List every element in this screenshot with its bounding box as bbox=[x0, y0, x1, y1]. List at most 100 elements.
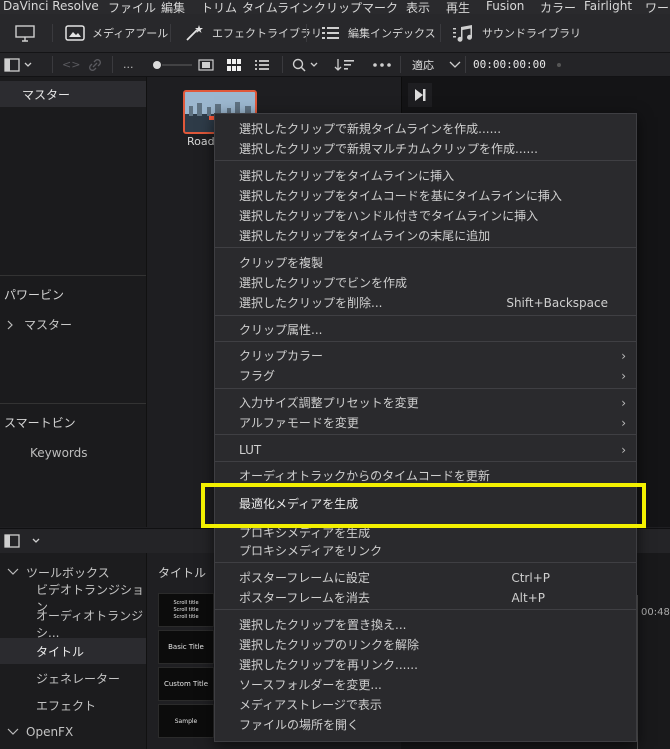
panel-layout-icon bbox=[4, 57, 32, 72]
menu-item-link-proxy[interactable]: プロキシメディアをリンク bbox=[239, 541, 626, 561]
menu-color[interactable]: カラー bbox=[540, 0, 576, 14]
toolbox-item-titles[interactable]: タイトル bbox=[0, 638, 146, 664]
menu-item-label: 選択したクリップをタイムコードを基にタイムラインに挿入 bbox=[239, 189, 562, 203]
sound-library-button[interactable]: サウンドライブラリ bbox=[452, 14, 581, 52]
menu-item-show-in-media-storage[interactable]: メディアストレージで表示 bbox=[239, 695, 626, 715]
effects-toolbox: ツールボックス ビデオトランジション オーディオトランジシ... タイトル ジェ… bbox=[0, 553, 147, 749]
magic-wand-icon bbox=[186, 25, 203, 41]
bin-master[interactable]: マスター bbox=[0, 81, 146, 107]
toolbox-item-label: エフェクト bbox=[36, 698, 97, 713]
smart-bin-keywords[interactable]: Keywords bbox=[30, 446, 88, 460]
effects-panel-toggle[interactable] bbox=[4, 529, 44, 553]
menu-item-label: 選択したクリップをタイムラインに挿入 bbox=[239, 169, 455, 183]
menu-bar: DaVinci Resolve ファイル 編集 トリム タイムライン クリップ … bbox=[0, 0, 670, 14]
list-view-icon bbox=[255, 59, 269, 70]
zoom-slider[interactable] bbox=[150, 53, 194, 76]
monitor-button[interactable] bbox=[14, 14, 42, 52]
search-button[interactable] bbox=[292, 53, 322, 76]
more-dots-label: ... bbox=[123, 58, 134, 71]
toolbox-item-generators[interactable]: ジェネレーター bbox=[0, 665, 146, 691]
power-bins-section: パワービン マスター bbox=[0, 275, 146, 404]
menu-item-label: フラグ bbox=[239, 369, 276, 383]
power-bin-master[interactable]: マスター bbox=[6, 316, 72, 333]
menu-item-label: ポスターフレームに設定 bbox=[239, 571, 370, 585]
menu-item-new-timeline[interactable]: 選択したクリップで新規タイムラインを作成...... bbox=[239, 119, 626, 139]
menu-item-clip-attributes[interactable]: クリップ属性... bbox=[239, 320, 626, 340]
media-pool-toolbar: <> ... 適応 00:00:00:00 bbox=[0, 53, 670, 77]
menu-item-label: ファイルの場所を開く bbox=[239, 718, 360, 732]
chevron-down-icon bbox=[7, 728, 19, 735]
menu-item-duplicate-clip[interactable]: クリップを複製 bbox=[239, 253, 626, 273]
list-view-button[interactable] bbox=[254, 53, 270, 76]
options-button[interactable] bbox=[372, 53, 392, 76]
sort-button[interactable] bbox=[334, 53, 356, 76]
menu-item-delete-clip[interactable]: 選択したクリップを削除... Shift+Backspace bbox=[239, 293, 626, 313]
toolbox-item-audio-transitions[interactable]: オーディオトランジシ... bbox=[0, 609, 146, 640]
sort-icon bbox=[334, 58, 354, 71]
menu-item-new-multicam[interactable]: 選択したクリップで新規マルチカムクリップを作成...... bbox=[239, 139, 626, 159]
toolbox-openfx[interactable]: OpenFX bbox=[0, 719, 146, 745]
menu-item-insert-timeline[interactable]: 選択したクリップをタイムラインに挿入 bbox=[239, 166, 626, 186]
menu-item-label: クリップカラー bbox=[239, 349, 324, 363]
highlight-box bbox=[201, 483, 646, 528]
menu-item-clear-poster-frame[interactable]: ポスターフレームを消去 Alt+P bbox=[239, 588, 626, 608]
menu-clip[interactable]: クリップ bbox=[314, 0, 362, 14]
menu-timeline[interactable]: タイムライン bbox=[242, 0, 313, 14]
menu-file[interactable]: ファイル bbox=[108, 0, 156, 14]
menu-item-insert-by-timecode[interactable]: 選択したクリップをタイムコードを基にタイムラインに挿入 bbox=[239, 186, 626, 206]
code-icon[interactable]: <> bbox=[62, 53, 80, 76]
menu-fusion[interactable]: Fusion bbox=[486, 0, 524, 13]
menu-item-input-sizing[interactable]: 入力サイズ調整プリセットを変更 › bbox=[239, 393, 626, 413]
toolbox-item-effects[interactable]: エフェクト bbox=[0, 692, 146, 718]
more-button[interactable]: ... bbox=[123, 53, 134, 76]
image-icon bbox=[65, 25, 85, 41]
bin-sidebar: マスター パワービン マスター スマートビン Keywords bbox=[0, 77, 147, 527]
menu-playback[interactable]: 再生 bbox=[446, 0, 470, 14]
menu-item-label: 選択したクリップのリンクを解除 bbox=[239, 638, 420, 652]
menu-item-append-timeline[interactable]: 選択したクリップをタイムラインの末尾に追加 bbox=[239, 226, 626, 246]
menu-item-label: ソースフォルダーを変更... bbox=[239, 678, 382, 692]
media-pool-button[interactable]: メディアプール bbox=[64, 14, 168, 52]
menu-item-alpha-mode[interactable]: アルファモードを変更 › bbox=[239, 413, 626, 433]
edit-index-button[interactable]: 編集インデックス bbox=[320, 14, 436, 52]
menu-item-label: プロキシメディアをリンク bbox=[239, 544, 383, 558]
menu-item-open-file-location[interactable]: ファイルの場所を開く bbox=[239, 715, 626, 735]
title-card-custom[interactable]: Custom Title bbox=[158, 667, 214, 701]
menu-view[interactable]: 表示 bbox=[406, 0, 430, 14]
zoom-fit-select[interactable]: 適応 bbox=[412, 53, 462, 76]
effects-library-button[interactable]: エフェクトライブラリ bbox=[184, 14, 322, 52]
menu-fairlight[interactable]: Fairlight bbox=[584, 0, 632, 13]
viewer-skip-button[interactable] bbox=[408, 83, 432, 107]
thumbnail-view-button[interactable] bbox=[226, 53, 242, 76]
title-card-sample[interactable]: Sample bbox=[158, 704, 214, 738]
metadata-view-button[interactable] bbox=[198, 53, 214, 76]
titles-header: タイトル bbox=[158, 566, 207, 580]
menu-item-set-poster-frame[interactable]: ポスターフレームに設定 Ctrl+P bbox=[239, 568, 626, 588]
panel-toggle-button[interactable] bbox=[4, 53, 34, 76]
menu-item-relink-clip[interactable]: 選択したクリップを再リンク...... bbox=[239, 655, 626, 675]
smart-bins-header: スマートビン bbox=[4, 416, 76, 430]
menu-trim[interactable]: トリム bbox=[201, 0, 237, 14]
menu-edit[interactable]: 編集 bbox=[161, 0, 185, 14]
title-card-basic[interactable]: Basic Title bbox=[158, 630, 214, 664]
menu-item-flag[interactable]: フラグ › bbox=[239, 366, 626, 386]
menu-item-unlink-clip[interactable]: 選択したクリップのリンクを解除 bbox=[239, 635, 626, 655]
list-icon bbox=[322, 27, 339, 39]
menu-mark[interactable]: マーク bbox=[362, 0, 398, 14]
music-note-icon bbox=[453, 25, 473, 42]
menu-davinci[interactable]: DaVinci Resolve bbox=[3, 0, 99, 13]
menu-item-label: オーディオトラックからのタイムコードを更新 bbox=[239, 469, 490, 483]
link-icon[interactable] bbox=[88, 53, 102, 76]
status-dot bbox=[556, 53, 562, 76]
title-card-scroll[interactable]: Scroll title Scroll title Scroll title bbox=[158, 593, 214, 627]
menu-item-replace-clip[interactable]: 選択したクリップを置き換え... bbox=[239, 615, 626, 635]
playhead[interactable] bbox=[637, 595, 638, 749]
clip-label: Road bbox=[187, 135, 215, 148]
menu-item-create-bin[interactable]: 選択したクリップでビンを作成 bbox=[239, 273, 626, 293]
menu-item-clip-color[interactable]: クリップカラー › bbox=[239, 346, 626, 366]
timecode-display[interactable]: 00:00:00:00 bbox=[473, 53, 546, 76]
menu-item-insert-with-handles[interactable]: 選択したクリップをハンドル付きでタイムラインに挿入 bbox=[239, 206, 626, 226]
menu-workspace[interactable]: ワー bbox=[645, 0, 669, 14]
menu-item-lut[interactable]: LUT › bbox=[239, 440, 626, 460]
menu-item-change-source-folder[interactable]: ソースフォルダーを変更... bbox=[239, 675, 626, 695]
